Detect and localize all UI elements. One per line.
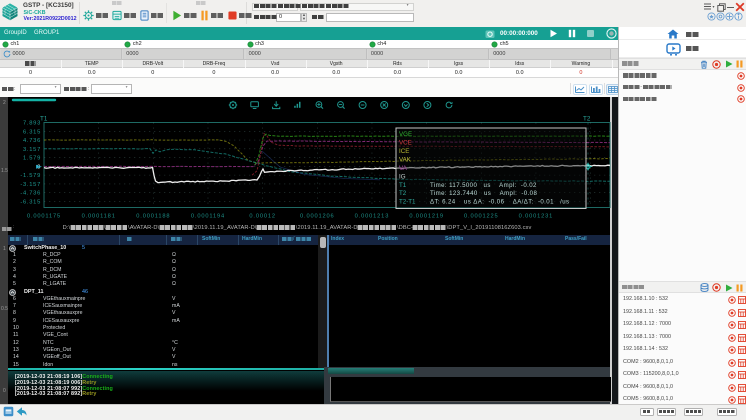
svg-text:0.0001225: 0.0001225	[464, 214, 499, 220]
svg-text:0.0001213: 0.0001213	[355, 214, 390, 220]
svg-text:VGE: VGE	[399, 131, 412, 138]
svg-text:0.00012: 0.00012	[249, 214, 276, 220]
svg-text:-3.157: -3.157	[20, 182, 41, 188]
svg-text:T1: T1	[399, 182, 407, 189]
svg-text:IG: IG	[399, 173, 406, 180]
svg-text:7.893: 7.893	[23, 121, 41, 127]
svg-text:ΔT: 6.24 us ΔA: -0.06 Δ: ΔT: 6.24 us ΔA: -0.06 ΔA/ΔT: -0.01 /us	[430, 199, 569, 206]
svg-text:0.0001219: 0.0001219	[409, 214, 444, 220]
svg-text:0.0001231: 0.0001231	[519, 214, 554, 220]
svg-text:-6.315: -6.315	[20, 199, 41, 205]
svg-text:6.315: 6.315	[23, 129, 41, 135]
svg-text:0.0001175: 0.0001175	[27, 214, 61, 220]
svg-text:4.736: 4.736	[23, 138, 41, 144]
svg-text:T1: T1	[40, 116, 48, 123]
svg-text:-4.736: -4.736	[20, 191, 41, 197]
svg-text:0.0001194: 0.0001194	[191, 214, 225, 220]
svg-text:0.0001181: 0.0001181	[82, 214, 116, 220]
svg-text:1.579: 1.579	[23, 156, 41, 162]
svg-text:VAK: VAK	[399, 156, 412, 163]
svg-text:ICE: ICE	[399, 148, 409, 155]
svg-text:Time: 123.7440 us Ampl:: Time: 123.7440 us Ampl: -0.08	[430, 190, 537, 197]
svg-text:Time: 117.5000 us Ampl:: Time: 117.5000 us Ampl: -0.02	[430, 182, 537, 189]
svg-text:0.0001206: 0.0001206	[300, 214, 335, 220]
svg-text:0.0001188: 0.0001188	[136, 214, 170, 220]
svg-text:3.157: 3.157	[23, 147, 41, 153]
svg-text:VA: VA	[399, 165, 408, 172]
svg-text:T2-T1: T2-T1	[399, 199, 416, 206]
svg-text:VCE: VCE	[399, 140, 412, 147]
svg-text:T2: T2	[399, 190, 407, 197]
svg-text:T2: T2	[583, 116, 591, 123]
svg-text:-1.579: -1.579	[20, 173, 41, 179]
